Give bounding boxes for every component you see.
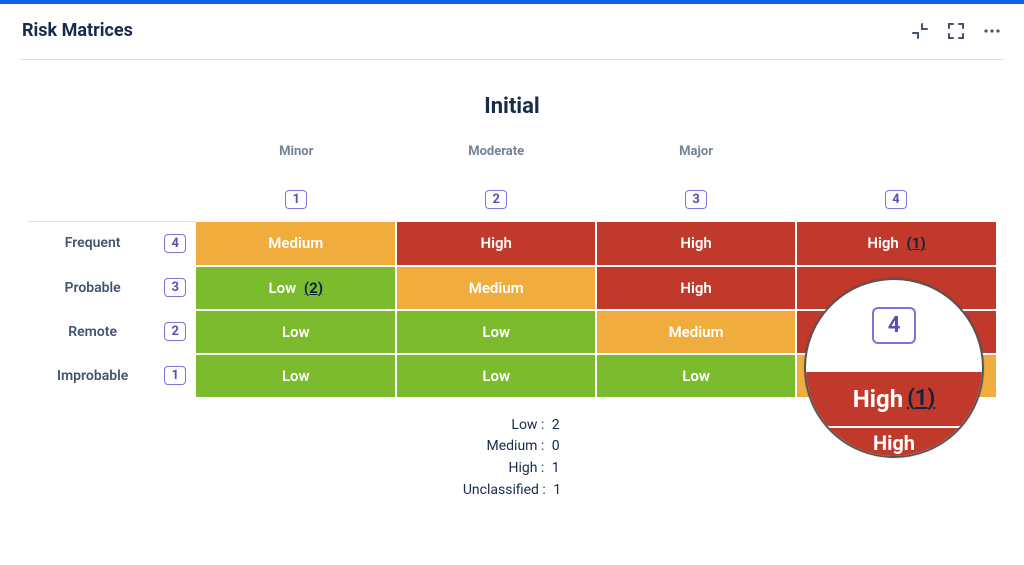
risk-cell-level: Low	[269, 279, 297, 297]
risk-cell[interactable]: High	[596, 266, 796, 310]
likelihood-code[interactable]: 3	[164, 278, 186, 297]
content-area: Initial Minor Moderate Major 1 2 3 4 Fre…	[0, 94, 1024, 521]
risk-cell[interactable]: High	[796, 266, 996, 310]
likelihood-code-cell: 2	[154, 310, 196, 354]
risk-cell-count-link[interactable]: (1)	[907, 234, 926, 252]
risk-cell-level: High	[680, 234, 711, 252]
summary-value: 1	[550, 482, 561, 498]
more-icon[interactable]	[982, 21, 1002, 41]
risk-cell[interactable]: Low	[596, 354, 796, 398]
risk-cell-level: Low	[482, 323, 510, 341]
risk-cell-level: Low	[482, 367, 510, 385]
risk-matrix-body: Frequent4MediumHighHighHigh (1)Probable3…	[28, 221, 996, 399]
summary-line: Unclassified : 1	[28, 480, 996, 502]
summary-value: 2	[548, 417, 559, 433]
impact-code[interactable]: 1	[285, 190, 307, 209]
header-actions	[910, 21, 1002, 41]
likelihood-label: Improbable	[28, 354, 154, 398]
risk-cell[interactable]: Medium	[396, 266, 596, 310]
impact-header-row: Minor Moderate Major	[28, 133, 996, 177]
chart-title: Initial	[28, 94, 996, 119]
likelihood-code[interactable]: 1	[164, 366, 186, 385]
risk-cell[interactable]: High	[796, 310, 996, 354]
likelihood-code[interactable]: 4	[164, 234, 186, 253]
matrix-row: Probable 3 Low (2) Medium High High	[28, 266, 996, 310]
risk-cell-level: High	[680, 279, 711, 297]
impact-code[interactable]: 4	[885, 190, 907, 209]
risk-cell-level: High	[881, 279, 912, 297]
risk-cell-level: Medium	[669, 323, 724, 341]
matrix-row: Remote 2 Low Low Medium High	[28, 310, 996, 354]
summary-line: Low : 2	[28, 415, 996, 437]
risk-cell[interactable]: Low	[396, 354, 596, 398]
impact-label: Moderate	[468, 144, 524, 159]
matrix-row: Improbable 1 Low Low Low Medium	[28, 354, 996, 398]
summary-label: Low :	[464, 415, 544, 437]
summary-value: 1	[548, 460, 559, 476]
summary-label: Medium :	[464, 436, 544, 458]
summary-label: Unclassified :	[463, 480, 546, 502]
risk-cell[interactable]: High (1)	[796, 222, 996, 266]
risk-cell[interactable]: High	[596, 222, 796, 266]
risk-cell[interactable]: Medium	[196, 222, 396, 266]
risk-matrix: Minor Moderate Major 1 2 3 4	[28, 133, 996, 221]
likelihood-code-cell: 4	[154, 222, 196, 266]
minimize-icon[interactable]	[910, 21, 930, 41]
risk-cell[interactable]: Medium	[596, 310, 796, 354]
risk-cell-level: Medium	[469, 279, 524, 297]
likelihood-label: Probable	[28, 266, 154, 310]
likelihood-code[interactable]: 2	[164, 322, 186, 341]
risk-cell[interactable]: Low	[196, 354, 396, 398]
header-divider	[20, 59, 1004, 60]
risk-cell-level: High	[881, 323, 912, 341]
risk-cell-level: High	[867, 234, 898, 252]
summary-line: High : 1	[28, 458, 996, 480]
risk-cell-level: Medium	[869, 367, 924, 385]
page-title: Risk Matrices	[22, 20, 133, 41]
fullscreen-icon[interactable]	[946, 21, 966, 41]
likelihood-label: Frequent	[28, 222, 154, 266]
risk-cell-level: Low	[682, 367, 710, 385]
risk-cell[interactable]: Medium	[796, 354, 996, 398]
summary-value: 0	[548, 438, 559, 454]
header-bar: Risk Matrices	[0, 4, 1024, 59]
risk-cell-level: Low	[282, 367, 310, 385]
app-window: Risk Matrices Initial	[0, 0, 1024, 565]
risk-cell-level: High	[480, 234, 511, 252]
impact-label: Major	[679, 144, 713, 159]
likelihood-code-cell: 1	[154, 354, 196, 398]
impact-code-row: 1 2 3 4	[28, 177, 996, 221]
matrix-row: Frequent4MediumHighHighHigh (1)	[28, 222, 996, 266]
risk-cell[interactable]: Low	[196, 310, 396, 354]
summary-line: Medium : 0	[28, 436, 996, 458]
impact-code[interactable]: 3	[685, 190, 707, 209]
summary-label: High :	[464, 458, 544, 480]
likelihood-label: Remote	[28, 310, 154, 354]
risk-cell[interactable]: Low	[396, 310, 596, 354]
likelihood-code-cell: 3	[154, 266, 196, 310]
risk-cell-level: Medium	[268, 234, 323, 252]
risk-cell[interactable]: Low (2)	[196, 266, 396, 310]
risk-cell-level: Low	[282, 323, 310, 341]
impact-label: Minor	[279, 144, 313, 159]
risk-cell-count-link[interactable]: (2)	[304, 279, 323, 297]
summary-block: Low : 2Medium : 0High : 1Unclassified : …	[28, 415, 996, 502]
impact-code[interactable]: 2	[485, 190, 507, 209]
risk-cell[interactable]: High	[396, 222, 596, 266]
